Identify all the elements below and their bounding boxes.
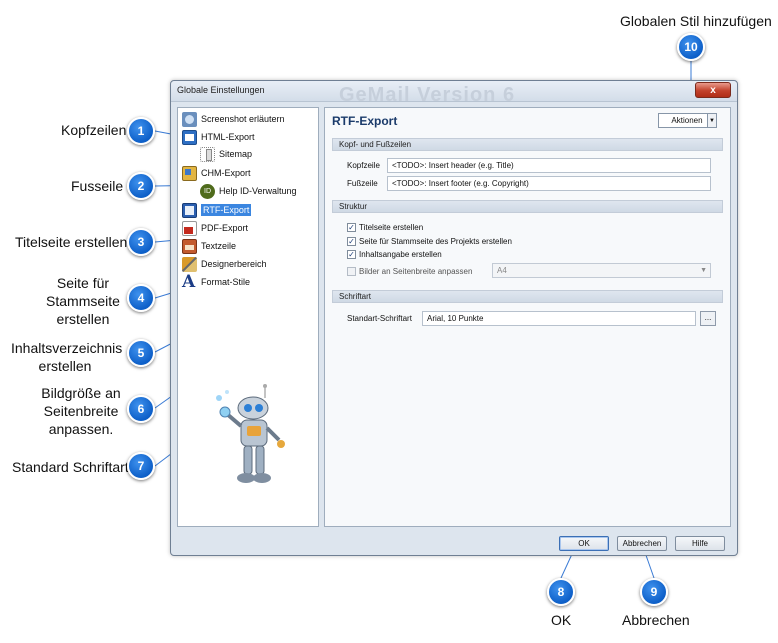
hilfe-button[interactable]: Hilfe	[675, 536, 725, 551]
close-button[interactable]: x	[695, 82, 731, 98]
close-icon: x	[710, 84, 716, 96]
badge-1: 1	[127, 117, 155, 145]
annotation-titelseite: Titelseite erstellen	[15, 234, 128, 250]
tree-item-label: Designerbereich	[201, 259, 267, 269]
section-schriftart: Schriftart	[332, 290, 723, 303]
annotation-schriftart: Standard Schriftart	[12, 459, 129, 475]
html-export-icon	[182, 129, 197, 145]
page-format-select[interactable]: A4 ▼	[492, 263, 711, 278]
tree-item-format-stile[interactable]: A Format-Stile	[182, 271, 251, 292]
aktionen-dropdown[interactable]: ▼	[707, 113, 717, 128]
tree-item-label: Help ID-Verwaltung	[219, 186, 297, 196]
tree-item-pdf-export[interactable]: PDF-Export	[182, 220, 248, 236]
annotation-stammseite-line3: erstellen	[56, 311, 110, 327]
annotation-stammseite-line2: Stammseite	[46, 293, 120, 309]
check-icon: ✓	[347, 249, 356, 259]
checkbox-label: Inhaltsangabe erstellen	[359, 249, 442, 259]
annotation-inhalt-line2: erstellen	[38, 358, 92, 374]
tree-item-screenshot[interactable]: Screenshot erläutern	[182, 111, 285, 127]
section-kopf-fusszeilen: Kopf- und Fußzeilen	[332, 138, 723, 151]
tree-item-label: HTML-Export	[201, 132, 255, 142]
badge-3: 3	[127, 228, 155, 256]
tree-item-chm-export[interactable]: CHM-Export	[182, 165, 251, 181]
format-styles-icon: A	[182, 271, 196, 292]
tree-item-rtf-export[interactable]: RTF-Export	[182, 202, 252, 218]
pdf-export-icon	[182, 220, 197, 236]
checkbox-label: Bilder an Seitenbreite anpassen	[359, 266, 473, 276]
tree-item-html-export[interactable]: HTML-Export	[182, 129, 255, 145]
chevron-down-icon: ▼	[700, 267, 707, 274]
rtf-export-panel: RTF-Export Aktionen ▼ Kopf- und Fußzeile…	[324, 107, 731, 527]
annotation-abbrechen: Abbrechen	[622, 612, 690, 628]
annotation-fusszeile: Fusseile	[71, 178, 124, 194]
tree-item-label: CHM-Export	[201, 168, 251, 178]
annotation-stammseite-line1: Seite für	[56, 275, 110, 291]
robot-mascot-icon	[216, 384, 285, 483]
checkbox-stammseite[interactable]: ✓ Seite für Stammseite des Projekts erst…	[347, 235, 512, 247]
annotation-inhalt-line1: Inhaltsverzeichnis	[11, 340, 123, 356]
badge-10: 10	[677, 33, 705, 61]
tree-item-help-id[interactable]: ID Help ID-Verwaltung	[200, 183, 297, 199]
annotation-bildgroesse-line1: Bildgröße an	[41, 385, 121, 401]
checkbox-titelseite[interactable]: ✓ Titelseite erstellen	[347, 221, 423, 233]
tree-item-sitemap[interactable]: Sitemap	[200, 146, 252, 162]
badge-2: 2	[127, 172, 155, 200]
chevron-down-icon: ▼	[709, 117, 715, 124]
annotation-bildgroesse-line2: Seitenbreite	[43, 403, 119, 419]
panel-title: RTF-Export	[332, 114, 398, 128]
abbrechen-button[interactable]: Abbrechen	[617, 536, 667, 551]
font-browse-button[interactable]: ...	[700, 311, 716, 326]
tree-item-label: Textzeile	[201, 241, 237, 251]
badge-8: 8	[547, 578, 575, 606]
tree-item-label: Format-Stile	[201, 277, 251, 287]
badge-5: 5	[127, 339, 155, 367]
annotation-kopfzeilen: Kopfzeilen	[61, 122, 127, 138]
schriftart-label: Standart-Schriftart	[347, 314, 412, 323]
designer-icon	[182, 256, 197, 272]
check-icon: ✓	[347, 222, 356, 232]
checkbox-bilder-anpassen[interactable]: Bilder an Seitenbreite anpassen	[347, 265, 472, 277]
tree-item-designer[interactable]: Designerbereich	[182, 256, 267, 272]
dialog-titlebar[interactable]: Globale Einstellungen GeMail Version 6 x	[171, 81, 737, 106]
rtf-export-icon	[182, 202, 197, 218]
annotation-bildgroesse: Bildgröße an Seitenbreite anpassen.	[38, 384, 124, 438]
tree-item-label: Screenshot erläutern	[201, 114, 285, 124]
textzeile-icon	[182, 238, 197, 254]
page-format-value: A4	[497, 266, 507, 275]
tree-item-textzeile[interactable]: Textzeile	[182, 238, 236, 254]
badge-7: 7	[127, 452, 155, 480]
check-icon: ✓	[347, 236, 356, 246]
help-id-icon: ID	[200, 183, 215, 199]
annotation-inhalt: Inhaltsverzeichnis erstellen	[11, 339, 123, 375]
annotation-bildgroesse-line3: anpassen.	[48, 421, 114, 437]
dialog-title: Globale Einstellungen	[177, 85, 265, 95]
settings-tree: Screenshot erläutern HTML-Export Sitemap…	[177, 107, 319, 527]
screenshot-icon	[182, 111, 197, 127]
badge-6: 6	[127, 395, 155, 423]
checkbox-inhaltsangabe[interactable]: ✓ Inhaltsangabe erstellen	[347, 248, 442, 260]
tree-item-label: RTF-Export	[201, 204, 252, 216]
fusszeile-label: Fußzeile	[347, 179, 378, 188]
kopfzeile-label: Kopfzeile	[347, 161, 380, 170]
annotation-ok: OK	[551, 612, 572, 628]
watermark-text: GeMail Version 6	[339, 84, 516, 106]
annotation-stammseite: Seite für Stammseite erstellen	[46, 274, 120, 328]
section-struktur: Struktur	[332, 200, 723, 213]
fusszeile-input[interactable]: <TODO>: Insert footer (e.g. Copyright)	[387, 176, 711, 191]
badge-9: 9	[640, 578, 668, 606]
checkbox-label: Seite für Stammseite des Projekts erstel…	[359, 236, 512, 246]
chm-export-icon	[182, 165, 197, 181]
ok-button[interactable]: OK	[559, 536, 609, 551]
sitemap-icon	[200, 146, 215, 162]
settings-dialog: Globale Einstellungen GeMail Version 6 x…	[170, 80, 738, 556]
unchecked-box-icon	[347, 266, 356, 276]
tree-item-label: Sitemap	[219, 149, 253, 159]
schriftart-input[interactable]: Arial, 10 Punkte	[422, 311, 696, 326]
badge-4: 4	[127, 284, 155, 312]
kopfzeile-input[interactable]: <TODO>: Insert header (e.g. Title)	[387, 158, 711, 173]
tree-item-label: PDF-Export	[201, 223, 249, 233]
annotation-global-style: Globalen Stil hinzufügen	[620, 13, 772, 29]
checkbox-label: Titelseite erstellen	[359, 222, 424, 232]
